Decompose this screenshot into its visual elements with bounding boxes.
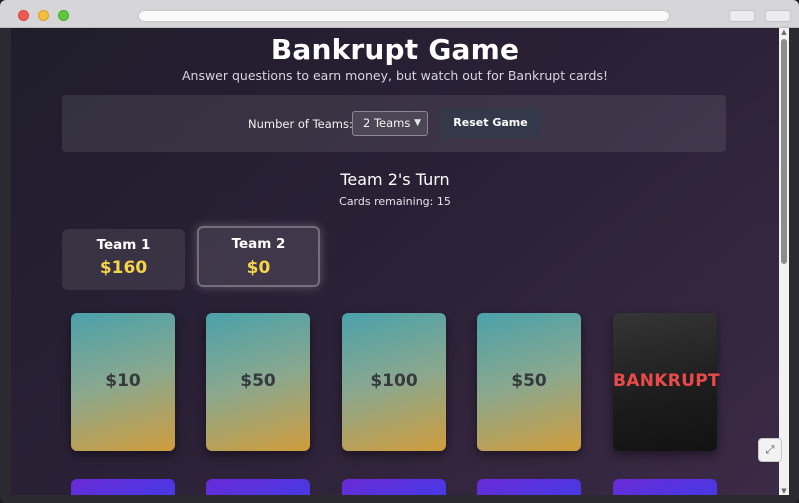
- card-value: $10: [105, 371, 141, 391]
- browser-window: Bankrupt Game Answer questions to earn m…: [0, 0, 799, 503]
- turn-indicator: Team 2's Turn: [340, 170, 450, 189]
- team-score: $0: [246, 258, 271, 278]
- team-card: Team 1 $160: [62, 229, 185, 290]
- game-card[interactable]: $50: [477, 313, 581, 451]
- scrollbar-thumb[interactable]: [781, 39, 787, 264]
- scroll-down-arrow-icon[interactable]: ▼: [781, 488, 787, 495]
- teams-select-value: 2 Teams: [363, 116, 411, 130]
- team-card-active: Team 2 $0: [197, 226, 320, 287]
- team-name: Team 1: [96, 237, 151, 253]
- team-score: $160: [99, 258, 148, 278]
- cards-remaining: Cards remaining: 15: [339, 195, 451, 208]
- controls-panel: Number of Teams: 2 Teams ▼ Reset Game: [62, 95, 726, 152]
- card-value: BANKRUPT: [613, 371, 720, 391]
- chevron-down-icon: ▼: [414, 118, 421, 128]
- address-bar[interactable]: [138, 10, 670, 22]
- hidden-card[interactable]: [613, 479, 717, 495]
- game-card[interactable]: $100: [342, 313, 446, 451]
- card-value: $50: [240, 371, 276, 391]
- hidden-card[interactable]: [477, 479, 581, 495]
- page-subtitle: Answer questions to earn money, but watc…: [181, 68, 609, 83]
- expand-icon[interactable]: ⤢: [758, 438, 782, 462]
- minimize-window-button[interactable]: [38, 10, 49, 21]
- team-name: Team 2: [231, 236, 286, 252]
- close-window-button[interactable]: [18, 10, 29, 21]
- page-viewport: Bankrupt Game Answer questions to earn m…: [11, 28, 779, 495]
- bankrupt-card[interactable]: BANKRUPT: [613, 313, 720, 451]
- game-card[interactable]: $50: [206, 313, 310, 451]
- maximize-window-button[interactable]: [58, 10, 69, 21]
- title-bar: [0, 0, 799, 28]
- teams-select[interactable]: 2 Teams ▼: [352, 111, 428, 136]
- page-title: Bankrupt Game: [270, 33, 520, 66]
- card-value: $100: [370, 371, 418, 391]
- hidden-card[interactable]: [206, 479, 310, 495]
- toolbar-button[interactable]: [765, 10, 791, 22]
- hidden-card[interactable]: [342, 479, 446, 495]
- teams-label: Number of Teams:: [248, 117, 353, 131]
- toolbar-button[interactable]: [729, 10, 755, 22]
- vertical-scrollbar[interactable]: ▲ ▼: [779, 28, 789, 495]
- game-card[interactable]: $10: [71, 313, 175, 451]
- reset-game-button[interactable]: Reset Game: [440, 108, 541, 138]
- scroll-up-arrow-icon[interactable]: ▲: [781, 29, 787, 36]
- card-value: $50: [511, 371, 547, 391]
- hidden-card[interactable]: [71, 479, 175, 495]
